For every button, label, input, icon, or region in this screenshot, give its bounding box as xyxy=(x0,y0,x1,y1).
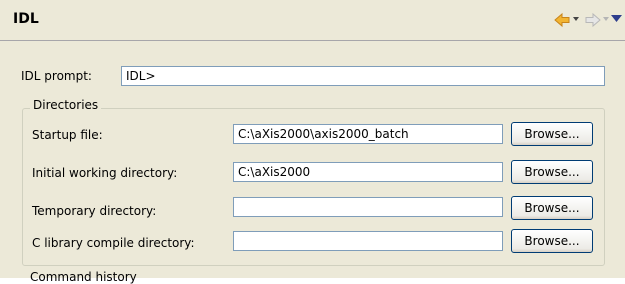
forward-arrow-icon[interactable] xyxy=(584,11,602,29)
command-history-legend-partial: Command history xyxy=(30,270,137,284)
page-header: IDL xyxy=(0,0,625,41)
initial-working-directory-label: Initial working directory: xyxy=(32,166,178,180)
initial-working-directory-field[interactable]: C:\aXis2000 xyxy=(233,162,503,182)
idl-prompt-field[interactable]: IDL> xyxy=(121,66,605,86)
startup-file-field[interactable]: C:\aXis2000\axis2000_batch xyxy=(233,124,503,144)
c-library-compile-directory-browse-button[interactable]: Browse... xyxy=(511,229,593,253)
idl-prompt-label: IDL prompt: xyxy=(21,69,92,83)
back-arrow-icon[interactable] xyxy=(553,11,571,29)
temporary-directory-field[interactable] xyxy=(233,197,503,217)
directories-legend: Directories xyxy=(30,98,102,112)
temporary-directory-label: Temporary directory: xyxy=(32,204,157,218)
page-title: IDL xyxy=(13,11,39,27)
c-library-compile-directory-label: C library compile directory: xyxy=(32,236,195,250)
startup-file-browse-button[interactable]: Browse... xyxy=(511,122,593,146)
temporary-directory-browse-button[interactable]: Browse... xyxy=(511,196,593,220)
back-dropdown-icon[interactable] xyxy=(573,16,579,34)
view-menu-icon[interactable] xyxy=(611,14,622,32)
c-library-compile-directory-field[interactable] xyxy=(233,231,503,251)
preference-page: IDL IDL prompt: IDL> Directories Startup… xyxy=(0,0,625,284)
startup-file-label: Startup file: xyxy=(32,128,103,142)
initial-working-directory-browse-button[interactable]: Browse... xyxy=(511,160,593,184)
forward-dropdown-icon[interactable] xyxy=(603,16,609,34)
